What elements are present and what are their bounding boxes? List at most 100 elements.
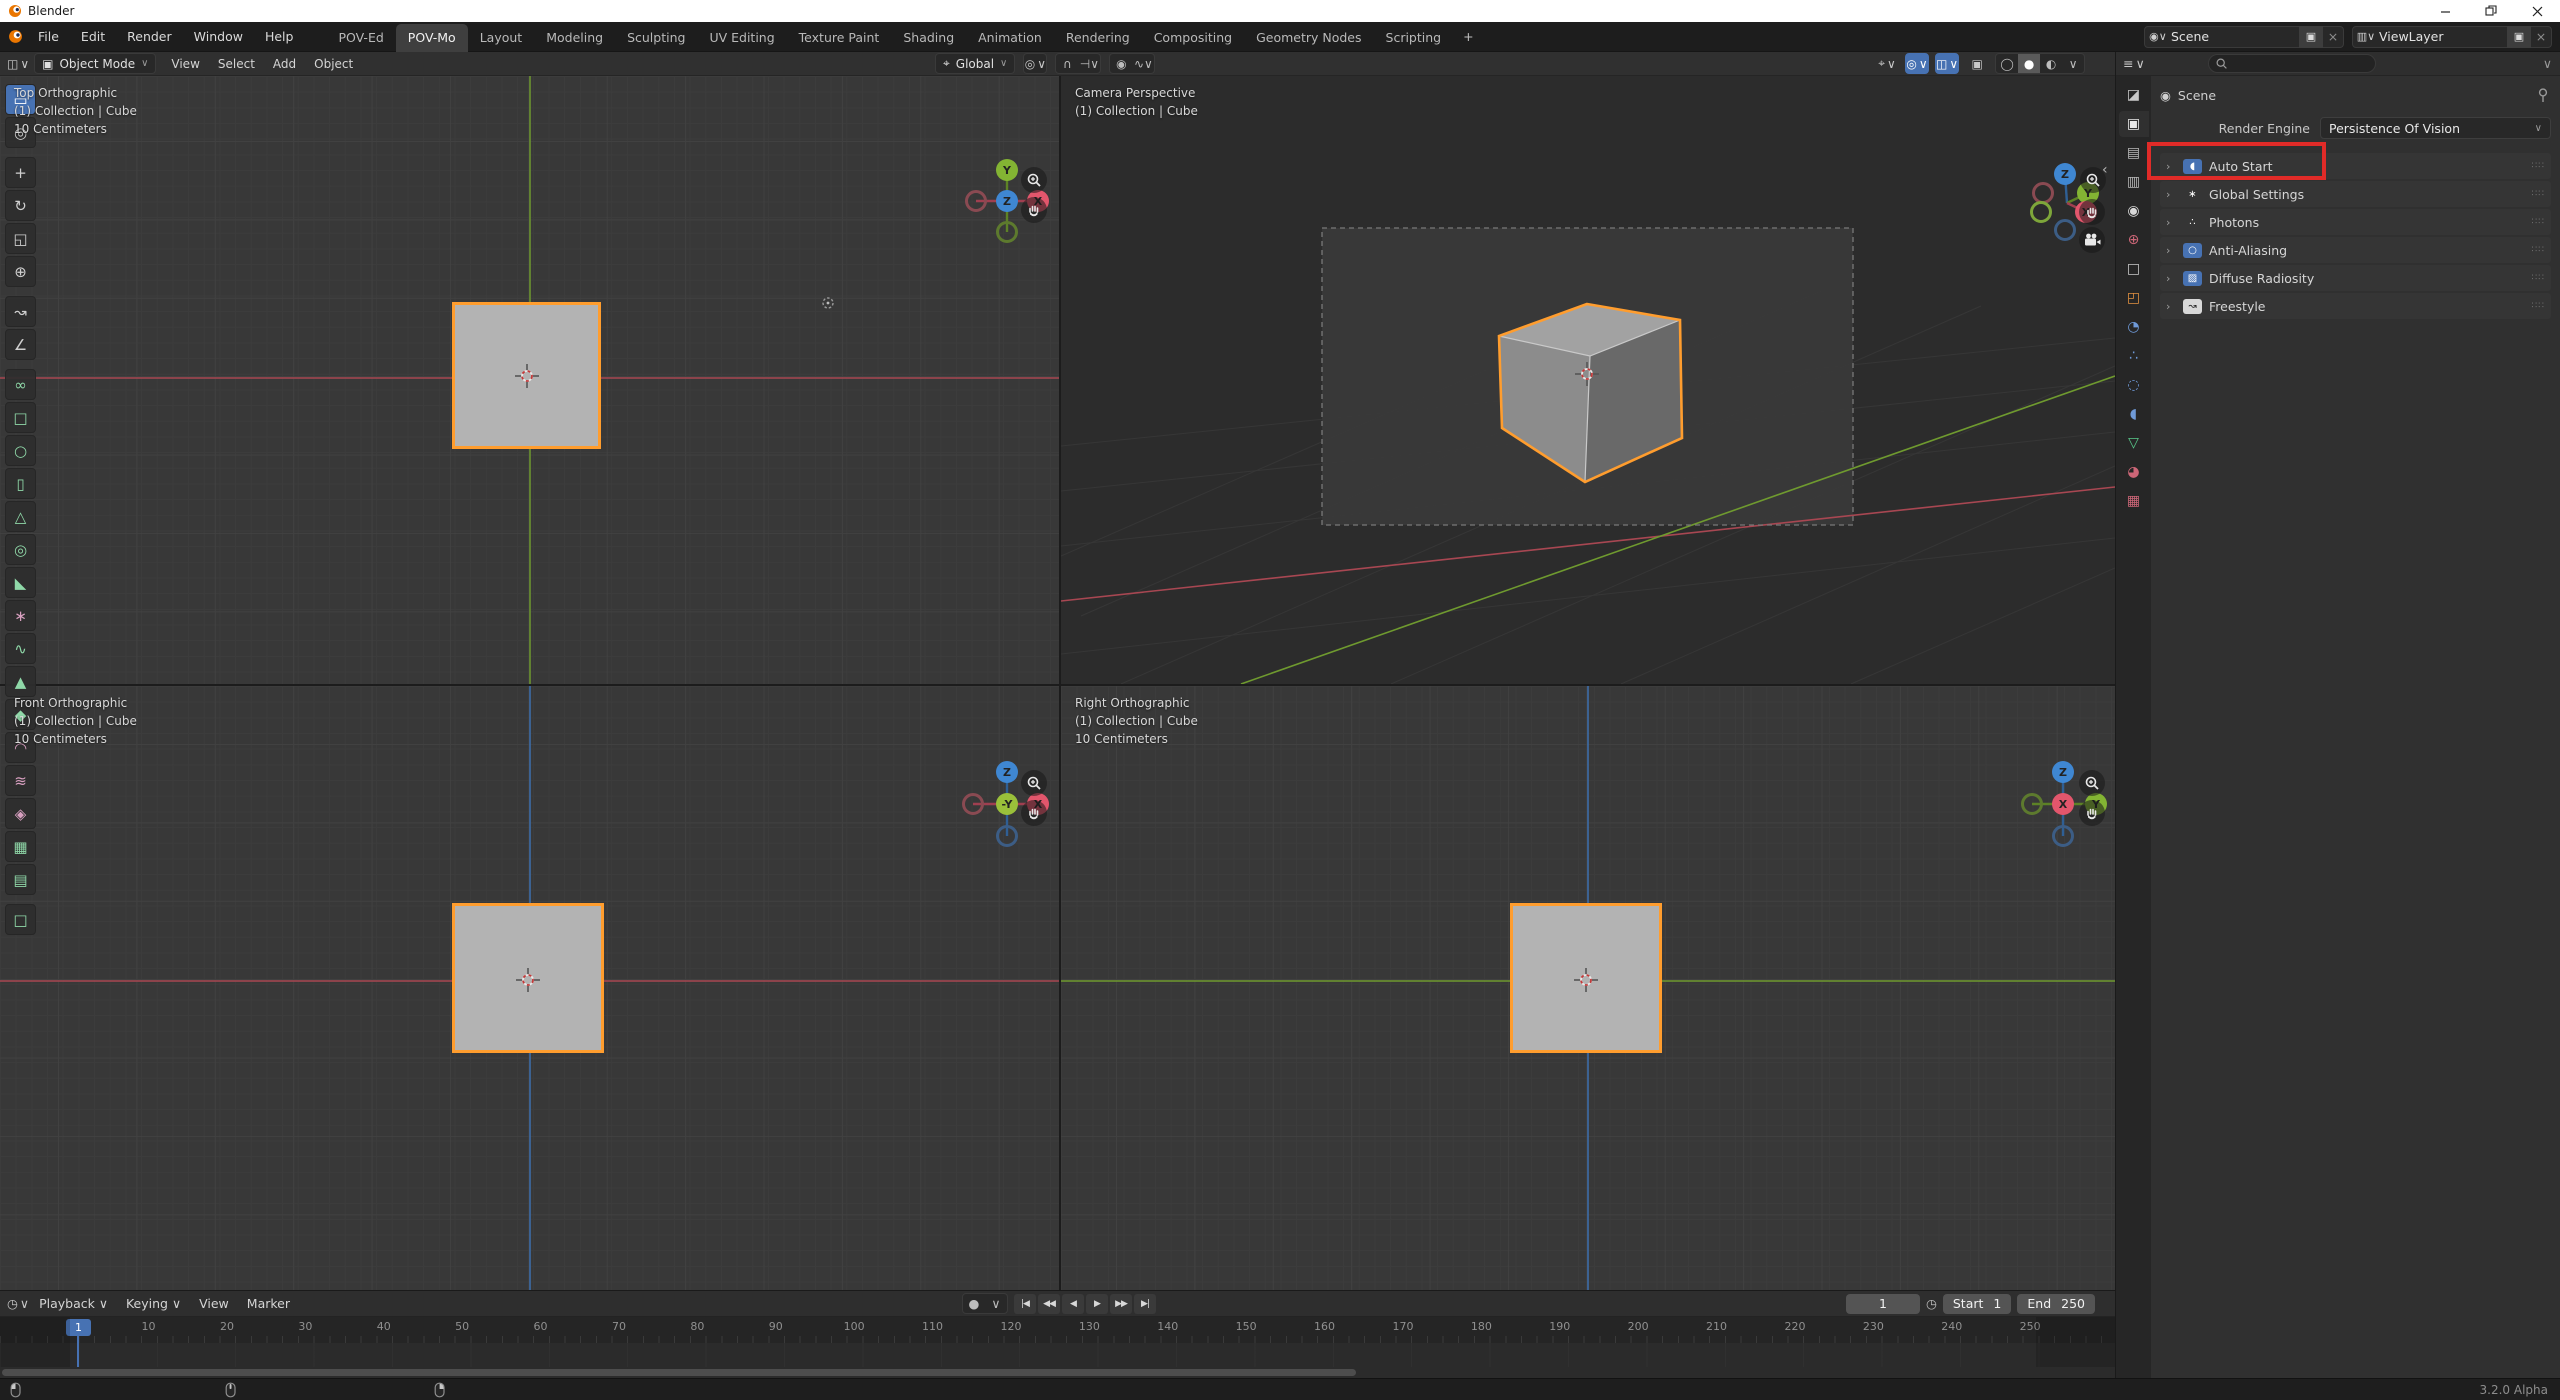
- tool-pov-infinite-plane[interactable]: ∞: [5, 369, 36, 400]
- workspace-tab-shading[interactable]: Shading: [891, 24, 966, 52]
- playhead[interactable]: [77, 1334, 79, 1367]
- workspace-tab-sculpting[interactable]: Sculpting: [615, 24, 697, 52]
- workspace-tab-compositing[interactable]: Compositing: [1142, 24, 1244, 52]
- gizmo-axis-z[interactable]: Z: [2052, 761, 2074, 783]
- viewlayer-name[interactable]: ViewLayer: [2379, 29, 2507, 44]
- properties-tab-object[interactable]: ◰: [2119, 285, 2149, 311]
- timeline-menu-keying[interactable]: Keying ∨: [117, 1296, 190, 1311]
- drag-handle-icon[interactable]: ∷∷: [2532, 161, 2545, 171]
- tool-select-box[interactable]: ▭: [5, 84, 36, 115]
- tool-pov-prism[interactable]: ◣: [5, 567, 36, 598]
- viewport-menu-object[interactable]: Object: [305, 57, 362, 71]
- cube-object[interactable]: [1510, 903, 1662, 1053]
- properties-tab-material[interactable]: ◕: [2119, 459, 2149, 485]
- gizmo-axis-negative[interactable]: [2052, 825, 2074, 847]
- drag-handle-icon[interactable]: ∷∷: [2532, 245, 2545, 255]
- tool-pov-blob[interactable]: ∗: [5, 600, 36, 631]
- tool-transform[interactable]: ⊕: [5, 256, 36, 287]
- workspace-tab-layout[interactable]: Layout: [468, 24, 535, 52]
- tool-pov-spring[interactable]: ≋: [5, 765, 36, 796]
- gizmo-axis-negative[interactable]: [2054, 219, 2076, 241]
- gizmo-axis-y[interactable]: Y: [996, 159, 1018, 181]
- shading-solid-button[interactable]: ●: [2018, 54, 2040, 73]
- current-frame-field[interactable]: 1: [1846, 1294, 1920, 1314]
- expand-chevron-icon[interactable]: ›: [2166, 272, 2176, 285]
- frame-end-field[interactable]: End250: [2017, 1294, 2095, 1314]
- gizmo-axis-z[interactable]: Z: [2054, 163, 2076, 185]
- timeline-menu-marker[interactable]: Marker: [238, 1296, 299, 1311]
- proportional-falloff-selector[interactable]: ∿ ∨: [1132, 54, 1154, 73]
- panel-auto-start[interactable]: ›◖Auto Start∷∷: [2160, 153, 2551, 179]
- menu-help[interactable]: Help: [254, 29, 305, 44]
- panel-diffuse-radiosity[interactable]: ›▨Diffuse Radiosity∷∷: [2160, 265, 2551, 291]
- tool-pov-rainbow[interactable]: ◠: [5, 732, 36, 763]
- tool-cursor[interactable]: ◎: [5, 117, 36, 148]
- zoom-button[interactable]: [1021, 770, 1047, 796]
- snap-target-selector[interactable]: ⊣ ∨: [1078, 54, 1100, 73]
- panel-anti-aliasing[interactable]: ›○Anti-Aliasing∷∷: [2160, 237, 2551, 263]
- filter-dropdown[interactable]: ∨: [2543, 56, 2552, 71]
- gizmo-axis-negative[interactable]: [962, 793, 984, 815]
- cube-object[interactable]: [452, 903, 604, 1053]
- tool-annotate[interactable]: ↝: [5, 296, 36, 327]
- editor-type-button[interactable]: ◫ ∨: [6, 53, 30, 74]
- zoom-button[interactable]: [2080, 167, 2106, 193]
- play-button[interactable]: ▶: [1086, 1294, 1108, 1314]
- tool-pov-lamp[interactable]: ◈: [5, 798, 36, 829]
- expand-chevron-icon[interactable]: ›: [2166, 300, 2176, 313]
- pan-button[interactable]: [2079, 800, 2105, 826]
- editor-type-button[interactable]: ◷∨: [6, 1293, 30, 1314]
- tool-pov-cube-mesh[interactable]: □: [5, 904, 36, 935]
- workspace-tab-modeling[interactable]: Modeling: [534, 24, 615, 52]
- properties-tab-modifiers[interactable]: ◔: [2119, 314, 2149, 340]
- pivot-point-selector[interactable]: ◎∨: [1023, 53, 1047, 74]
- show-overlays-button[interactable]: ◎∨: [1905, 53, 1929, 74]
- drag-handle-icon[interactable]: ∷∷: [2532, 217, 2545, 227]
- camera-button[interactable]: [2079, 227, 2105, 253]
- unlink-scene-button[interactable]: ×: [2323, 29, 2343, 44]
- shading-wireframe-button[interactable]: ◯: [1996, 54, 2018, 73]
- tool-pov-heightfield[interactable]: ▲: [5, 666, 36, 697]
- shading-dropdown[interactable]: ∨: [2062, 54, 2084, 73]
- tool-move[interactable]: +: [5, 157, 36, 188]
- gizmo-axis-negative[interactable]: [996, 825, 1018, 847]
- menu-window[interactable]: Window: [183, 29, 254, 44]
- gizmo-axis-negative[interactable]: [2021, 793, 2043, 815]
- tool-measure[interactable]: ∠: [5, 329, 36, 360]
- scene-selector[interactable]: ◉∨ Scene ▣ ×: [2144, 26, 2344, 48]
- expand-chevron-icon[interactable]: ›: [2166, 188, 2176, 201]
- drag-handle-icon[interactable]: ∷∷: [2532, 301, 2545, 311]
- tool-pov-sphere[interactable]: ○: [5, 435, 36, 466]
- tool-scale[interactable]: ◱: [5, 223, 36, 254]
- snap-magnet-icon[interactable]: ∩: [1056, 54, 1078, 73]
- timeline-ruler[interactable]: 1 10203040506070809010011012013014015016…: [0, 1317, 2115, 1343]
- scene-name[interactable]: Scene: [2171, 29, 2299, 44]
- xray-toggle-button[interactable]: ◫∨: [1935, 53, 1959, 74]
- drag-handle-icon[interactable]: ∷∷: [2532, 189, 2545, 199]
- blender-menu-icon[interactable]: [8, 29, 23, 44]
- properties-tab-view-layer[interactable]: ▥: [2119, 169, 2149, 195]
- gizmo-axis-z[interactable]: Z: [996, 190, 1018, 212]
- panel-photons[interactable]: ›∴Photons∷∷: [2160, 209, 2551, 235]
- render-engine-dropdown[interactable]: Persistence Of Vision∨: [2320, 117, 2551, 139]
- workspace-tab-uv-editing[interactable]: UV Editing: [697, 24, 786, 52]
- properties-tab-texture[interactable]: ▦: [2119, 488, 2149, 514]
- workspace-tab-geometry-nodes[interactable]: Geometry Nodes: [1244, 24, 1373, 52]
- properties-tab-render[interactable]: ▣: [2119, 111, 2149, 137]
- tool-pov-box[interactable]: □: [5, 402, 36, 433]
- properties-tab-output[interactable]: ▤: [2119, 140, 2149, 166]
- properties-tab-particles[interactable]: ∴: [2119, 343, 2149, 369]
- editor-type-button[interactable]: ≡∨: [2122, 53, 2146, 74]
- workspace-tab-scripting[interactable]: Scripting: [1374, 24, 1454, 52]
- close-button[interactable]: [2514, 0, 2560, 22]
- copy-scene-button[interactable]: ▣: [2299, 26, 2323, 48]
- viewport-menu-select[interactable]: Select: [209, 57, 264, 71]
- timeline-tracks[interactable]: [0, 1343, 2115, 1367]
- jump-to-end-button[interactable]: ▶|: [1134, 1294, 1156, 1314]
- expand-chevron-icon[interactable]: ›: [2166, 216, 2176, 229]
- properties-search-input[interactable]: [2208, 54, 2376, 73]
- record-options-dropdown[interactable]: ∨: [985, 1294, 1007, 1313]
- workspace-tab-pov-mo[interactable]: POV-Mo: [396, 24, 468, 52]
- menu-file[interactable]: File: [27, 29, 70, 44]
- gizmo-axis-x[interactable]: X: [2052, 793, 2074, 815]
